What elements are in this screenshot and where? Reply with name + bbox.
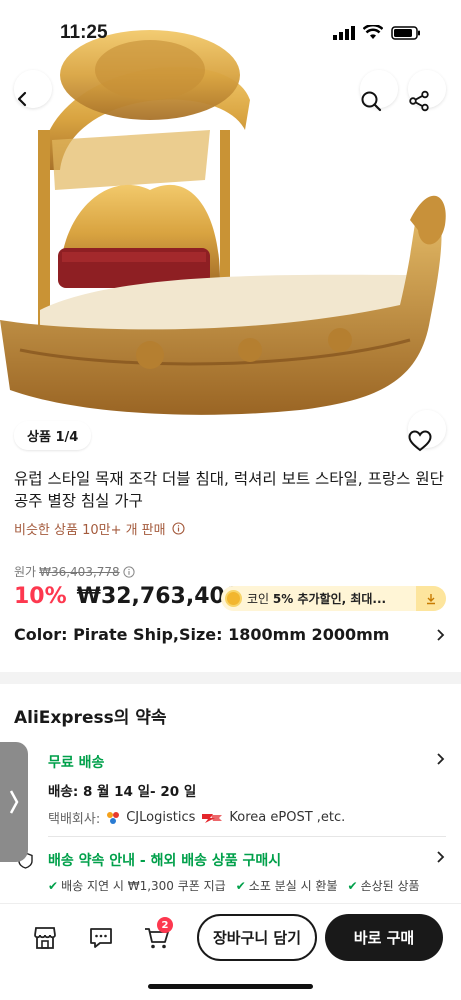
carrier-row: 택배회사: CJLogistics Korea ePOST ,etc.	[48, 808, 446, 827]
side-expand-tab[interactable]	[0, 742, 28, 862]
image-counter: 상품 1/4	[14, 421, 92, 450]
free-shipping-label: 무료 배송	[48, 755, 105, 771]
carrier-label: 택배회사:	[48, 812, 101, 827]
chevron-right-icon	[437, 628, 445, 641]
chevron-right-icon	[437, 753, 445, 765]
divider-line	[48, 836, 446, 837]
buy-now-button[interactable]: 바로 구매	[325, 914, 443, 961]
sold-text: 비슷한 상품 10만+ 개 판매	[14, 523, 166, 538]
carrier-2: Korea ePOST ,etc.	[229, 810, 346, 825]
wishlist-button[interactable]	[408, 410, 446, 452]
sale-price: ₩32,763,400	[76, 584, 241, 609]
check-icon: ✔	[347, 879, 358, 893]
guarantee-checks: ✔ 배송 지연 시 ₩1,300 쿠폰 지급 ✔ 소포 분실 시 환불 ✔ 손상된 상…	[48, 877, 448, 894]
status-time: 11:25	[60, 22, 108, 43]
check-item: ✔ 소포 분실 시 환불	[235, 879, 338, 893]
chat-button[interactable]	[85, 922, 117, 954]
shipping-date: 배송: 8 월 14 일- 20 일	[48, 784, 197, 800]
product-title: 유럽 스타일 목재 조각 더블 침대, 럭셔리 보트 스타일, 프랑스 원단 공…	[14, 470, 444, 510]
chevron-right-icon	[437, 851, 445, 863]
back-button[interactable]	[14, 70, 52, 108]
info-icon[interactable]	[123, 565, 135, 578]
guarantee-text: 배송 약속 안내 - 해외 배송 상품 구매시	[48, 853, 282, 869]
variant-text: Color: Pirate Ship,Size: 1800mm 2000mm	[14, 625, 390, 644]
sold-count[interactable]: 비슷한 상품 10만+ 개 판매	[14, 519, 185, 538]
delivery-guarantee[interactable]: 배송 약속 안내 - 해외 배송 상품 구매시	[48, 850, 446, 870]
cj-logistics-logo-icon	[107, 811, 120, 824]
heart-icon	[408, 430, 432, 452]
carrier-1: CJLogistics	[126, 810, 196, 825]
status-icons	[333, 25, 421, 40]
original-price: 원가 ₩36,403,778	[14, 563, 135, 580]
variant-selector[interactable]: Color: Pirate Ship,Size: 1800mm 2000mm	[14, 625, 446, 644]
discount-percent: 10%	[14, 584, 67, 609]
signal-icon	[333, 25, 355, 40]
coin-text: 코인 5% 추가할인, 최대...	[247, 592, 387, 606]
section-divider	[0, 672, 461, 684]
wifi-icon	[363, 25, 383, 39]
battery-icon	[391, 25, 420, 40]
cart-button[interactable]: 2	[141, 917, 173, 954]
korea-post-logo-icon	[202, 813, 223, 823]
original-price-value: ₩36,403,778	[39, 564, 120, 579]
cart-count-badge: 2	[157, 917, 173, 933]
shipping-info[interactable]: 무료 배송 배송: 8 월 14 일- 20 일 택배회사: CJLogisti…	[48, 752, 446, 827]
store-icon	[34, 927, 56, 949]
search-button[interactable]	[360, 70, 398, 112]
check-icon: ✔	[48, 879, 59, 893]
coin-icon	[225, 590, 242, 607]
share-icon	[409, 90, 429, 112]
promise-title: AliExpress의 약속	[14, 708, 167, 728]
status-bar: 11:25	[0, 0, 461, 60]
search-icon	[361, 91, 382, 112]
download-coupon-icon[interactable]	[416, 586, 446, 611]
info-icon	[172, 522, 185, 535]
home-indicator	[148, 984, 313, 989]
check-icon: ✔	[235, 879, 246, 893]
add-to-cart-button[interactable]: 장바구니 담기	[197, 914, 317, 961]
check-item: ✔ 손상된 상품	[347, 879, 420, 893]
store-button[interactable]	[29, 922, 61, 954]
price-row: 10% ₩32,763,400	[14, 584, 240, 609]
original-price-label: 원가	[14, 565, 37, 579]
product-image-gallery[interactable]: 상품 1/4	[0, 0, 461, 460]
coin-discount-badge[interactable]: 코인 5% 추가할인, 최대...	[221, 586, 446, 611]
share-button[interactable]	[408, 70, 446, 112]
chevron-left-icon	[17, 91, 27, 107]
check-item: ✔ 배송 지연 시 ₩1,300 쿠폰 지급	[48, 879, 226, 893]
chat-icon	[90, 928, 112, 948]
chevron-right-icon	[9, 790, 19, 814]
